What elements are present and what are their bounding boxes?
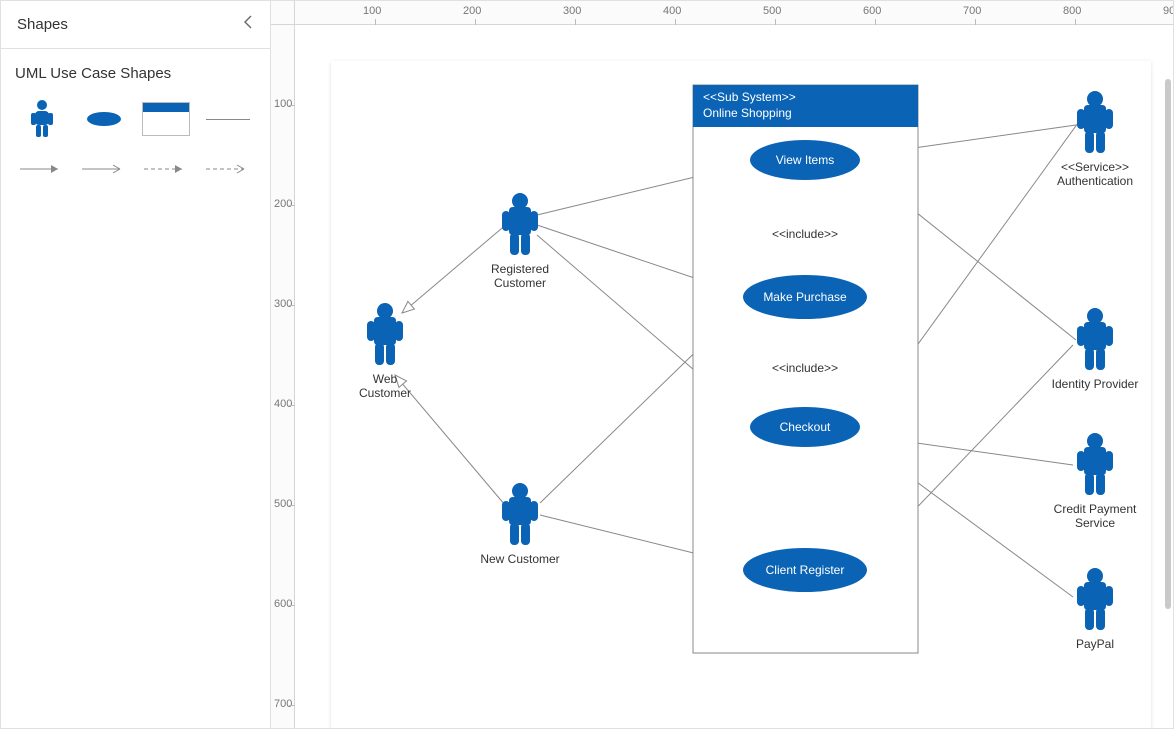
collapse-sidebar-button[interactable] [242,15,254,34]
palette-subsystem-shape[interactable] [135,94,197,144]
ruler-tick: 800 [1063,5,1081,17]
ruler-tick: 500 [763,5,781,17]
subsystem-name: Online Shopping [703,106,792,120]
usecase-label: Client Register [766,563,845,577]
arrow-icon [18,162,66,176]
ellipse-icon [87,112,121,126]
svg-text:WebCustomer: WebCustomer [359,372,411,400]
svg-text:<<Service>>Authentication: <<Service>>Authentication [1057,160,1133,188]
shapes-sidebar: Shapes UML Use Case Shapes [1,1,271,728]
palette-line-shape[interactable] [197,94,259,144]
ruler-tick: 600 [274,598,292,610]
usecase-label: Checkout [780,420,831,434]
actor-web-customer[interactable]: WebCustomer [359,303,411,400]
usecase-client-register[interactable]: Client Register [743,548,867,592]
dashed-open-arrow-icon [204,162,252,176]
usecase-label: View Items [776,153,834,167]
ruler-tick: 400 [663,5,681,17]
svg-text:RegisteredCustomer: RegisteredCustomer [491,262,549,290]
usecase-checkout[interactable]: Checkout [750,407,860,447]
ruler-tick: 100 [274,98,292,110]
actor-registered-customer[interactable]: RegisteredCustomer [491,193,549,290]
include-label: <<include>> [772,361,838,375]
usecase-label: Make Purchase [763,290,847,304]
svg-text:Identity Provider: Identity Provider [1052,377,1139,391]
app-root: Shapes UML Use Case Shapes 100 200 300 4… [0,0,1174,729]
sidebar-title: Shapes [17,16,68,33]
palette-dashed-open-arrow[interactable] [197,144,259,194]
ruler-tick: 500 [274,498,292,510]
ruler-vertical: 100 200 300 400 500 600 700 [271,25,295,728]
include-label: <<include>> [772,227,838,241]
ruler-tick: 600 [863,5,881,17]
ruler-tick: 700 [963,5,981,17]
palette-usecase-shape[interactable] [73,94,135,144]
sidebar-header: Shapes [1,1,270,49]
palette-actor-shape[interactable] [11,94,73,144]
actor-paypal[interactable]: PayPal [1076,568,1114,651]
usecase-make-purchase[interactable]: Make Purchase [743,275,867,319]
actor-icon [31,99,53,139]
palette-open-arrow[interactable] [73,144,135,194]
diagram-svg: <<Sub System>> Online Shopping View Item… [295,25,1173,728]
ruler-tick: 200 [274,198,292,210]
diagram-canvas[interactable]: 100 200 300 400 500 600 700 800 900 100 … [271,1,1173,728]
svg-text:Credit PaymentService: Credit PaymentService [1054,502,1137,530]
vertical-scrollbar[interactable] [1165,79,1171,609]
palette-title: UML Use Case Shapes [1,49,270,94]
ruler-tick: 300 [274,298,292,310]
actor-credit-payment[interactable]: Credit PaymentService [1054,433,1137,530]
ruler-tick: 200 [463,5,481,17]
line-icon [206,119,250,120]
svg-text:PayPal: PayPal [1076,637,1114,651]
ruler-tick: 900 [1163,5,1173,17]
dashed-arrow-icon [142,162,190,176]
actor-identity-provider[interactable]: Identity Provider [1052,308,1139,391]
ruler-tick: 400 [274,398,292,410]
palette-solid-arrow[interactable] [11,144,73,194]
open-arrow-icon [80,162,128,176]
svg-text:New Customer: New Customer [480,552,559,566]
ruler-tick: 300 [563,5,581,17]
chevron-left-icon [242,15,254,29]
ruler-corner [271,1,295,25]
palette-grid [1,94,270,194]
ruler-tick: 700 [274,698,292,710]
palette-dashed-arrow[interactable] [135,144,197,194]
actor-authentication[interactable]: <<Service>>Authentication [1057,91,1133,188]
ruler-horizontal: 100 200 300 400 500 600 700 800 900 [295,1,1173,25]
ruler-tick: 100 [363,5,381,17]
subsystem-stereotype: <<Sub System>> [703,90,796,104]
usecase-view-items[interactable]: View Items [750,140,860,180]
subsystem-icon [142,102,190,136]
